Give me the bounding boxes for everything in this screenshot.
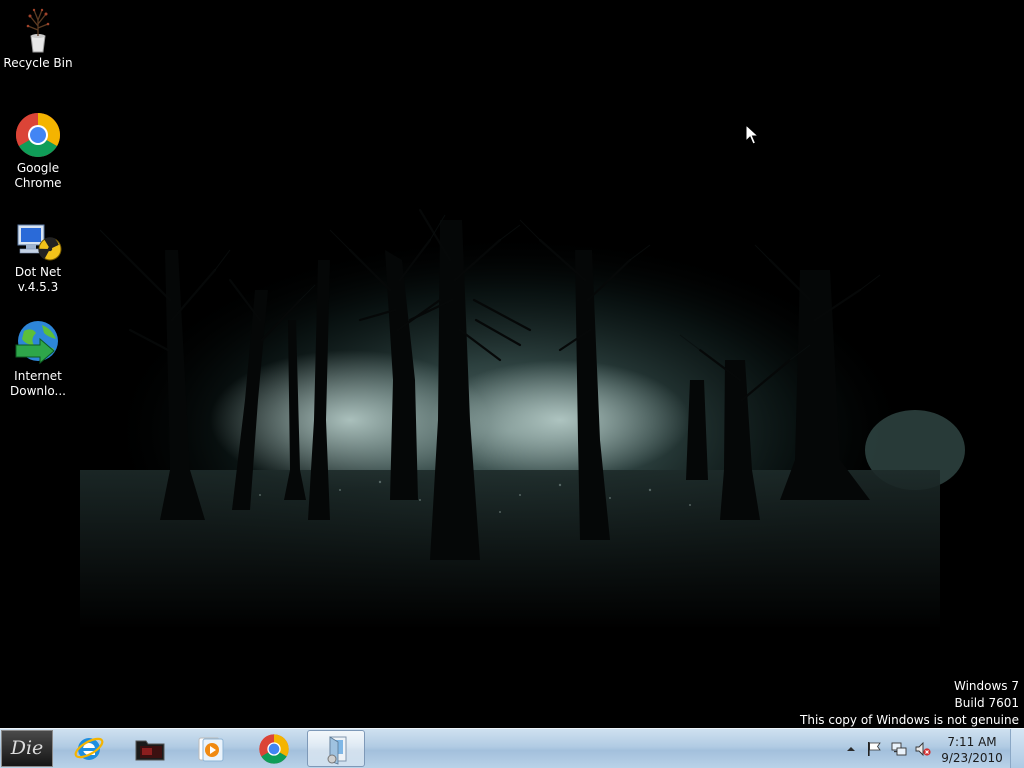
desktop-icon-label: Recycle Bin bbox=[3, 56, 73, 70]
volume-muted-icon[interactable] bbox=[915, 741, 931, 757]
chrome-icon bbox=[16, 113, 60, 157]
recycle-bin-icon bbox=[26, 8, 50, 53]
show-hidden-icons-arrow[interactable] bbox=[843, 741, 859, 757]
media-player-icon bbox=[198, 737, 224, 762]
desktop-icon-internet-download-manager[interactable]: Internet Downlo... bbox=[2, 319, 74, 399]
internet-download-manager-icon bbox=[15, 321, 58, 365]
desktop-icon-label: Dot Net bbox=[14, 265, 62, 279]
desktop-icon-recycle-bin[interactable]: Recycle Bin bbox=[2, 6, 74, 71]
clock-time: 7:11 AM bbox=[947, 735, 997, 749]
desktop-icon-label-line2: Chrome bbox=[14, 176, 62, 190]
watermark-os-name: Windows 7 bbox=[953, 679, 1019, 693]
action-center-flag-icon[interactable] bbox=[866, 741, 882, 757]
taskbar: Die 7:11 AM 9/23/2010 bbox=[0, 728, 1024, 768]
watermark-build: Build 7601 bbox=[954, 696, 1019, 710]
desktop-icon-label-line2: v.4.5.3 bbox=[17, 280, 59, 294]
media-folder-icon bbox=[135, 740, 165, 761]
taskbar-media-folder[interactable] bbox=[121, 730, 179, 767]
desktop-icon-label-line2: Downlo... bbox=[10, 384, 66, 398]
taskbar-internet-explorer[interactable] bbox=[60, 730, 118, 767]
internet-explorer-icon bbox=[74, 737, 104, 760]
desktop-icon-label: Internet bbox=[14, 369, 62, 383]
watermark-not-genuine: This copy of Windows is not genuine bbox=[800, 713, 1019, 727]
chrome-icon bbox=[259, 734, 289, 764]
mouse-cursor-icon bbox=[745, 124, 759, 145]
desktop-icon-google-chrome[interactable]: Google Chrome bbox=[2, 111, 74, 191]
desktop-icon-dot-net[interactable]: Dot Net v.4.5.3 bbox=[2, 215, 74, 295]
taskbar-clock[interactable]: 7:11 AM 9/23/2010 bbox=[936, 734, 1008, 766]
taskbar-setup-program[interactable] bbox=[307, 730, 365, 767]
desktop-wallpaper bbox=[0, 0, 1024, 728]
clock-date: 9/23/2010 bbox=[941, 751, 1003, 765]
setup-program-icon bbox=[327, 736, 347, 765]
taskbar-google-chrome[interactable] bbox=[245, 730, 303, 767]
desktop-icon-label: Google bbox=[16, 161, 60, 175]
start-button[interactable]: Die bbox=[1, 730, 53, 767]
taskbar-media-player[interactable] bbox=[182, 730, 240, 767]
show-desktop-button[interactable] bbox=[1010, 729, 1024, 768]
windows-watermark: Windows 7 Build 7601 This copy of Window… bbox=[800, 678, 1019, 729]
dotnet-installer-icon bbox=[17, 224, 62, 261]
network-icon[interactable] bbox=[891, 741, 907, 757]
